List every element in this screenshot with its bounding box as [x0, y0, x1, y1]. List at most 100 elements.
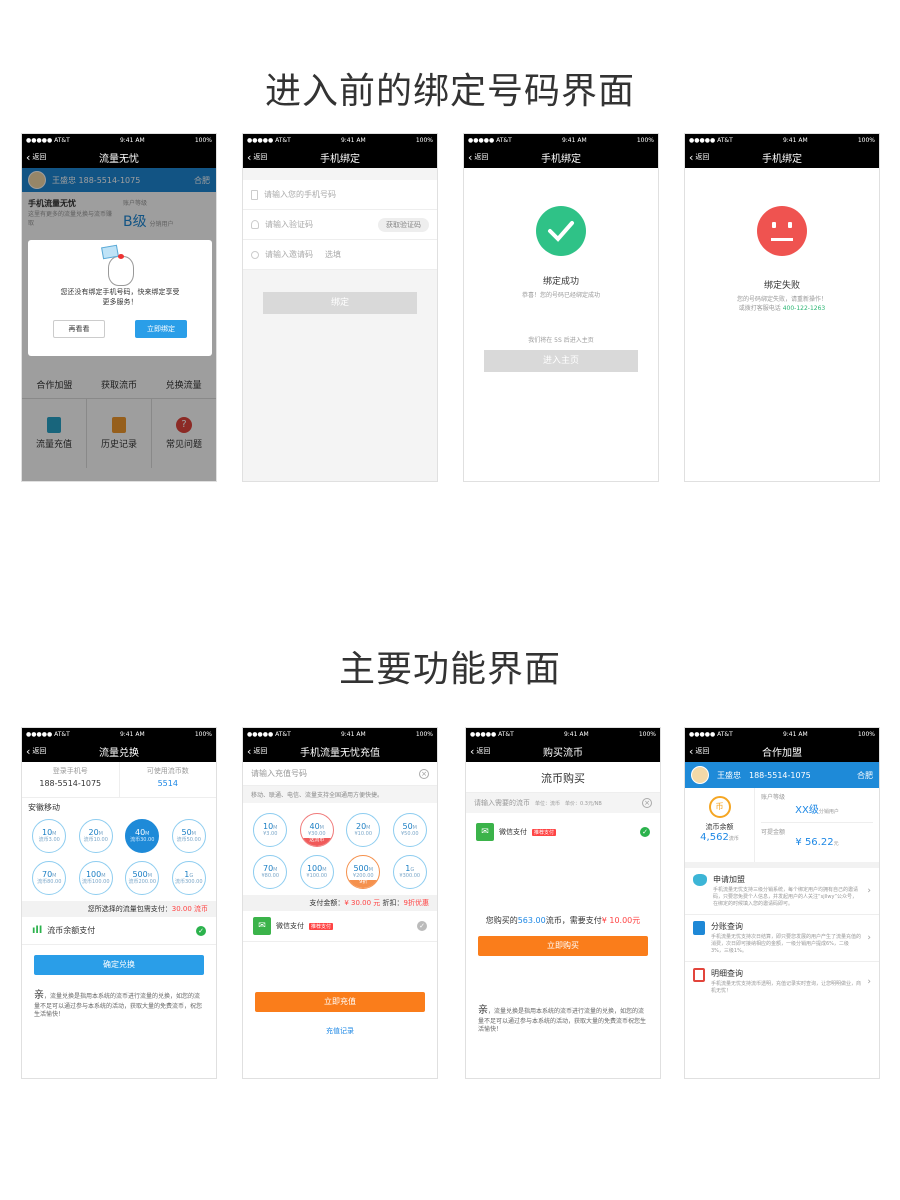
- bind-button[interactable]: 绑定: [263, 292, 417, 314]
- check-icon: ✓: [417, 921, 427, 931]
- back-button[interactable]: ‹ 返回: [689, 745, 709, 758]
- nav-bar: ‹ 返回 手机绑定: [464, 146, 658, 168]
- wechat-pay-row[interactable]: ✉ 微信支付 推荐支付 ✓: [466, 813, 660, 851]
- chicken-mascot-icon: [100, 244, 140, 288]
- page-title: 流量无忧: [99, 153, 139, 165]
- pack-option[interactable]: 20M ¥10.00: [346, 813, 381, 847]
- pack-option[interactable]: 50M ¥50.00: [392, 813, 427, 847]
- chevron-left-icon: ‹: [470, 744, 475, 758]
- get-code-button[interactable]: 获取验证码: [378, 217, 429, 232]
- recharge-history-link[interactable]: 充值记录: [243, 1026, 437, 1036]
- recharge-phone-input[interactable]: 请输入充值号码 ×: [243, 762, 437, 786]
- countdown-text: 我们将在 5S 后进入主页: [528, 337, 594, 344]
- page-title: 手机流量无忧充值: [300, 747, 380, 759]
- clear-icon[interactable]: ×: [642, 798, 652, 808]
- bind-now-button[interactable]: 立即绑定: [135, 319, 187, 338]
- back-button[interactable]: ‹ 返回: [247, 151, 267, 164]
- menu-item-apply[interactable]: 申请加盟 手机流量无忧支持三级分销系统，每个绑定用户均拥有自己的邀请码，只要您免费…: [685, 868, 879, 915]
- coin-gift-tag: 送流币: [300, 837, 333, 846]
- wechat-pay-row[interactable]: ✉ 微信支付 推荐支付 ✓: [243, 911, 437, 942]
- success-check-icon: [536, 206, 586, 256]
- status-bar: ●●●●● AT&T 9:41 AM 100%: [243, 728, 437, 740]
- page-title: 手机绑定: [320, 153, 360, 165]
- pack-option[interactable]: 10M 流币3.00: [32, 819, 67, 853]
- nav-bar: ‹ 返回 手机绑定: [685, 146, 879, 168]
- buy-now-button[interactable]: 立即购买: [478, 936, 648, 956]
- nav-bar: ‹ 返回 手机绑定: [243, 146, 437, 168]
- pack-option[interactable]: 70M 流币80.00: [32, 861, 67, 895]
- bind-modal: 您还没有绑定手机号码，快来绑定享受更多服务！ 再看看 立即绑定: [28, 240, 212, 356]
- result-desc: 恭喜！您的号码已经绑定成功: [521, 292, 600, 299]
- status-bar: ●●●●● AT&T 9:41 AM 100%: [685, 134, 879, 146]
- later-button[interactable]: 再看看: [53, 319, 105, 338]
- list-icon: [693, 968, 705, 982]
- operator-tip: 移动、联通、电信、流量支持全国通用方便快捷。: [243, 786, 437, 803]
- account-stats: 币 流币余额 4,562流币 账户等级 XX级分销用户 可提金额 ¥ 56.22…: [685, 788, 879, 868]
- chevron-right-icon: ›: [867, 886, 871, 896]
- pay-method-row[interactable]: ıll 流币余额支付 ✓: [22, 917, 216, 945]
- sad-face-icon: [757, 206, 807, 256]
- menu-item-detail[interactable]: 明细查询 手机流量无忧支持流币透明，充值记录实时查询，让您明明做业，商机无忧！ ›: [685, 962, 879, 1001]
- chevron-left-icon: ‹: [689, 150, 694, 164]
- menu-item-split[interactable]: 分账查询 手机流量无忧支持次日结算，即只要您发展的用户产生了流量充值的消费，次日即…: [685, 915, 879, 962]
- recharge-button[interactable]: 立即充值: [255, 992, 425, 1012]
- pack-option[interactable]: 1G 流币300.00: [171, 861, 206, 895]
- coin-icon: 币: [708, 796, 731, 818]
- page-title: 合作加盟: [762, 747, 802, 759]
- back-button[interactable]: ‹ 返回: [26, 745, 46, 758]
- result-title: 绑定失败: [763, 281, 800, 291]
- enter-home-button[interactable]: 进入主页: [484, 350, 638, 372]
- screen-exchange: ●●●●● AT&T 9:41 AM 100% ‹ 返回 流量兑换 登录手机号 188-…: [21, 727, 217, 1079]
- pack-option-selected[interactable]: 40M 流币30.00: [125, 819, 160, 853]
- user-icon: [251, 250, 259, 259]
- hotline-label: 或拨打客服电话: [738, 305, 781, 312]
- shield-icon: [251, 220, 259, 229]
- pack-option[interactable]: 70M ¥80.00: [253, 855, 288, 889]
- pack-option-selected[interactable]: 500M ¥200.00 9折: [346, 855, 381, 889]
- phone-input[interactable]: 请输入您的手机号码: [243, 180, 437, 210]
- status-bar: ●●●●● AT&T 9:41 AM 100%: [466, 728, 660, 740]
- pack-option[interactable]: 100M ¥100.00: [299, 855, 334, 889]
- clear-icon[interactable]: ×: [419, 768, 429, 779]
- code-input[interactable]: 请输入验证码 获取验证码: [243, 210, 437, 240]
- back-button[interactable]: ‹ 返回: [468, 151, 488, 164]
- check-icon: ✓: [196, 925, 206, 936]
- discount-tag: 9折: [347, 879, 380, 888]
- status-bar: ●●●●● AT&T 9:41 AM 100%: [685, 728, 879, 740]
- wechat-icon: ✉: [476, 823, 494, 841]
- screen-bind-fail: ●●●●● AT&T 9:41 AM 100% ‹ 返回 手机绑定 绑定失败 您的号码…: [684, 133, 880, 482]
- pack-option-promo[interactable]: 40M ¥30.00 送流币: [299, 813, 334, 847]
- pack-grid: 10M 流币3.00 20M 流币10.00 40M 流币30.00 50M 流币50.…: [22, 817, 216, 901]
- level-value: XX级: [795, 805, 819, 816]
- screen-partner: ●●●●● AT&T 9:41 AM 100% ‹ 返回 合作加盟 王盛忠 188-5…: [684, 727, 880, 1079]
- page-title: 流量兑换: [99, 747, 139, 759]
- pack-option[interactable]: 1G ¥300.00: [392, 855, 427, 889]
- pack-option[interactable]: 10M ¥3.00: [253, 813, 288, 847]
- pack-option[interactable]: 500M 流币200.00: [125, 861, 160, 895]
- confirm-exchange-button[interactable]: 确定兑换: [34, 955, 204, 975]
- city-label: 合肥: [857, 770, 873, 780]
- coin-amount-input[interactable]: 请输入需要的流币 单位：流币 单价：0.3元/NB ×: [466, 793, 660, 813]
- nav-bar: ‹ 返回 流量兑换: [22, 740, 216, 762]
- account-summary: 登录手机号 188-5514-1075 可使用流币数 5514: [22, 762, 216, 798]
- pack-option[interactable]: 100M 流币100.00: [78, 861, 113, 895]
- user-phone: 188-5514-1075: [749, 770, 811, 780]
- back-button[interactable]: ‹ 返回: [689, 151, 709, 164]
- avatar: [691, 766, 709, 784]
- hotline-number[interactable]: 400-122-1263: [783, 305, 826, 312]
- page-heading: 流币购买: [466, 762, 660, 793]
- page-title: 购买流币: [543, 747, 583, 759]
- status-bar: ●●●●● AT&T 9:41 AM 100%: [22, 728, 216, 740]
- check-icon: ✓: [640, 827, 650, 837]
- pack-option[interactable]: 50M 流币50.00: [171, 819, 206, 853]
- chevron-left-icon: ‹: [26, 744, 31, 758]
- nav-bar: ‹ 返回 手机流量无忧充值: [243, 740, 437, 762]
- pack-grid: 10M ¥3.00 40M ¥30.00 送流币 20M ¥10.00 50M ¥50.0…: [243, 803, 437, 895]
- chevron-left-icon: ‹: [26, 150, 31, 164]
- back-button[interactable]: ‹ 返回: [26, 151, 46, 164]
- back-button[interactable]: ‹ 返回: [247, 745, 267, 758]
- invite-input[interactable]: 请输入邀请码 选填: [243, 240, 437, 270]
- back-button[interactable]: ‹ 返回: [470, 745, 490, 758]
- pack-option[interactable]: 20M 流币10.00: [78, 819, 113, 853]
- status-bar: ●●●●● AT&T 9:41 AM 100%: [243, 134, 437, 146]
